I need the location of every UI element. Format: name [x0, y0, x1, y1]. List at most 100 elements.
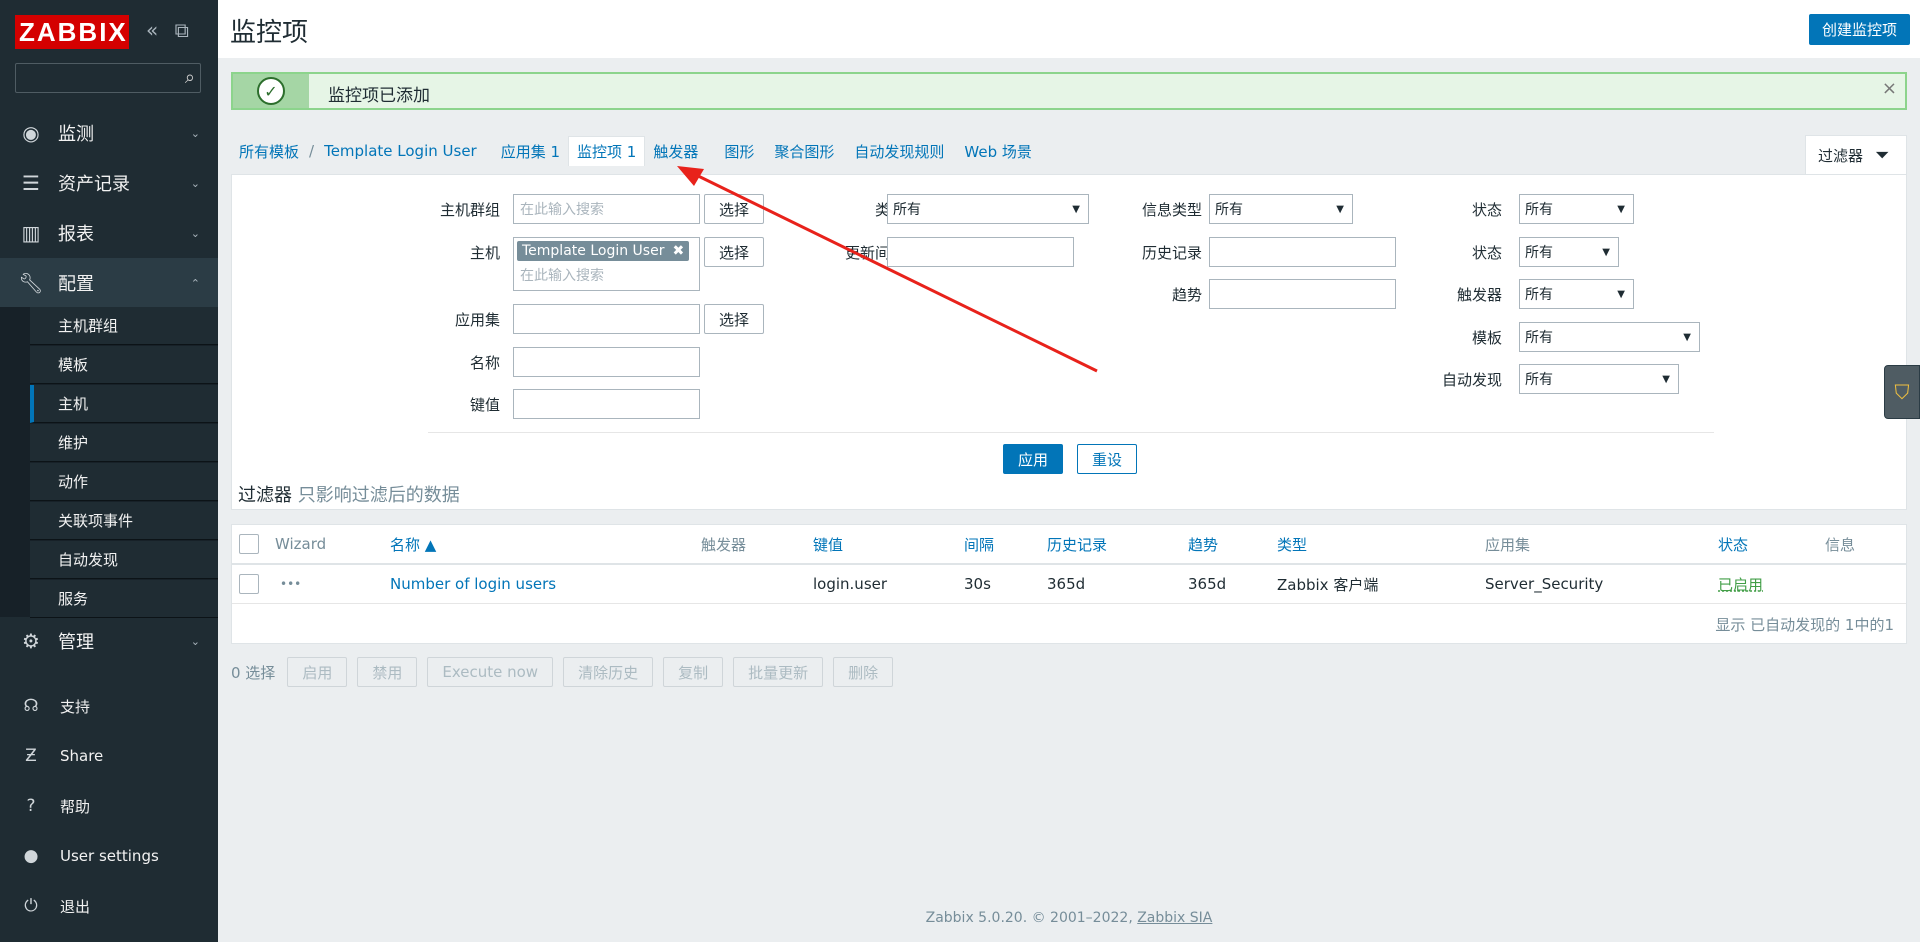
tab-web-scenarios[interactable]: Web 场景 [956, 141, 1039, 162]
header-type[interactable]: 类型 [1277, 525, 1307, 563]
row-checkbox[interactable] [239, 565, 259, 603]
checkbox[interactable] [239, 534, 259, 554]
tab-items[interactable]: 监控项 1 [568, 136, 646, 166]
clear-history-button[interactable]: 清除历史 [563, 657, 654, 687]
discovery-select[interactable]: 所有 ▼ [1519, 364, 1679, 394]
key-label: 键值 [469, 396, 500, 414]
menu-help[interactable]: ? 帮助 [0, 781, 218, 831]
item-status-link[interactable]: 已启用 [1718, 565, 1763, 603]
info-type-select[interactable]: 所有 ▼ [1209, 194, 1353, 224]
mass-update-button[interactable]: 批量更新 [733, 657, 824, 687]
chevron-down-icon: ▼ [1617, 203, 1625, 215]
menu-reports[interactable]: ▥ 报表 ⌄ [0, 208, 218, 258]
filter-divider [428, 432, 1714, 433]
tab-discovery-rules[interactable]: 自动发现规则 [846, 141, 952, 162]
submenu-event-correlation[interactable]: 关联项事件 [30, 502, 218, 540]
header-name[interactable]: 名称 ▲ [390, 525, 436, 563]
execute-now-button[interactable]: Execute now [427, 657, 554, 687]
host-group-select-button[interactable]: 选择 [704, 194, 764, 224]
state-select[interactable]: 所有 ▼ [1519, 194, 1634, 224]
tab-applications[interactable]: 应用集 1 [493, 141, 568, 162]
header-wizard: Wizard [275, 535, 327, 553]
menu-configuration[interactable]: 🔧︎ 配置 ⌃ [0, 258, 218, 308]
bar-chart-icon: ▥ [21, 221, 41, 245]
application-select-button[interactable]: 选择 [704, 304, 764, 334]
menu-monitoring[interactable]: ◉ 监测 ⌄ [0, 108, 218, 158]
enable-button[interactable]: 启用 [287, 657, 348, 687]
history-input[interactable] [1209, 237, 1396, 267]
submenu-services[interactable]: 服务 [30, 580, 218, 618]
menu-inventory[interactable]: ☰ 资产记录 ⌄ [0, 158, 218, 208]
headset-icon: ☊ [23, 696, 39, 716]
submenu-discovery[interactable]: 自动发现 [30, 541, 218, 579]
kiosk-mode-icon[interactable]: ⧉ [175, 18, 189, 42]
create-item-button[interactable]: 创建监控项 [1808, 14, 1910, 45]
submenu-maintenance[interactable]: 维护 [30, 424, 218, 462]
submenu-templates[interactable]: 模板 [30, 346, 218, 384]
submenu-host-groups[interactable]: 主机群组 [30, 307, 218, 345]
menu-label: 资产记录 [58, 174, 130, 195]
delete-button[interactable]: 删除 [833, 657, 894, 687]
submenu-actions[interactable]: 动作 [30, 463, 218, 501]
filter-tab[interactable]: 过滤器 ⏷ [1805, 135, 1907, 175]
apply-button[interactable]: 应用 [1003, 444, 1063, 474]
application-input[interactable] [513, 304, 700, 334]
host-group-input[interactable]: 在此输入搜索 [513, 194, 700, 224]
footer-link[interactable]: Zabbix SIA [1137, 910, 1212, 926]
search-icon[interactable]: ⌕ [185, 67, 195, 88]
remove-chip-icon[interactable]: ✖ [672, 243, 684, 259]
host-select-button[interactable]: 选择 [704, 237, 764, 267]
item-name-link[interactable]: Number of login users [390, 565, 556, 603]
disable-button[interactable]: 禁用 [357, 657, 418, 687]
type-select-value: 所有 [893, 202, 921, 218]
chevron-down-icon: ▼ [1662, 373, 1670, 385]
info-type-label: 信息类型 [1141, 201, 1202, 219]
menu-label: User settings [60, 847, 159, 865]
filter-note: 过滤器 只影响过滤后的数据 [238, 481, 460, 507]
tab-screens[interactable]: 聚合图形 [766, 141, 842, 162]
page-header: 监控项 创建监控项 [218, 0, 1920, 58]
menu-label: 配置 [58, 274, 94, 295]
triggers-select[interactable]: 所有 ▼ [1519, 279, 1634, 309]
host-label: 主机 [469, 244, 500, 262]
zabbix-logo[interactable]: ZABBIX [15, 15, 129, 49]
breadcrumb-separator: / [309, 142, 315, 160]
tab-graphs[interactable]: 图形 [716, 141, 762, 162]
status-select[interactable]: 所有 ▼ [1519, 237, 1619, 267]
breadcrumb-all-templates[interactable]: 所有模板 [231, 141, 307, 162]
chevron-down-icon: ⌄ [190, 176, 200, 190]
checkbox[interactable] [239, 574, 259, 594]
menu-support[interactable]: ☊ 支持 [0, 681, 218, 731]
host-group-label: 主机群组 [439, 201, 500, 219]
wizard-menu-icon[interactable]: ••• [280, 565, 301, 603]
sidebar-search-input[interactable]: ⌕ [15, 63, 201, 93]
reset-button[interactable]: 重设 [1077, 444, 1137, 474]
collapse-sidebar-icon[interactable]: « [146, 18, 158, 42]
header-key[interactable]: 键值 [813, 525, 843, 563]
breadcrumb-template[interactable]: Template Login User [316, 142, 485, 160]
template-select[interactable]: 所有 ▼ [1519, 322, 1700, 352]
copy-button[interactable]: 复制 [663, 657, 724, 687]
menu-administration[interactable]: ⚙ 管理 ⌄ [0, 616, 218, 666]
name-input[interactable] [513, 347, 700, 377]
header-status[interactable]: 状态 [1718, 525, 1748, 563]
header-trends[interactable]: 趋势 [1188, 525, 1218, 563]
header-history[interactable]: 历史记录 [1047, 525, 1107, 563]
header-interval[interactable]: 间隔 [964, 525, 994, 563]
menu-sign-out[interactable]: ⏻ 退出 [0, 881, 218, 931]
filter-tab-label: 过滤器 [1818, 147, 1864, 165]
list-icon: ☰ [22, 171, 40, 195]
item-trends: 365d [1188, 575, 1227, 593]
update-interval-input[interactable] [887, 237, 1074, 267]
select-all-checkbox[interactable] [239, 525, 259, 563]
menu-user-settings[interactable]: ● User settings [0, 831, 218, 881]
tab-triggers[interactable]: 触发器 [645, 141, 706, 162]
menu-share[interactable]: Ƶ Share [0, 731, 218, 781]
filter-panel: 主机群组 在此输入搜索 选择 主机 在此输入搜索 Template Login … [231, 174, 1907, 510]
type-select[interactable]: 所有 ▼ [887, 194, 1089, 224]
trends-input[interactable] [1209, 279, 1396, 309]
submenu-hosts[interactable]: 主机 [30, 385, 218, 423]
close-icon[interactable]: × [1882, 78, 1897, 99]
key-input[interactable] [513, 389, 700, 419]
side-widget-icon[interactable]: ⛉ [1884, 365, 1920, 419]
